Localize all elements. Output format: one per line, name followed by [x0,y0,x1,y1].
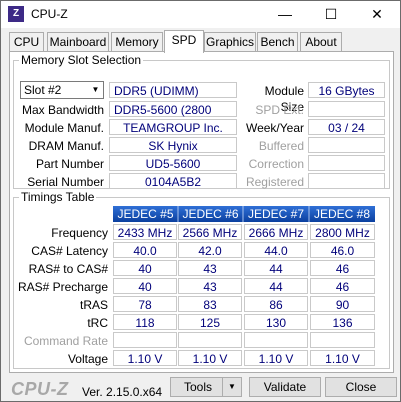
timing-cell: 2566 MHz [178,224,242,240]
slot-select-value: Slot #2 [24,83,62,97]
command-rate-label: Command Rate [23,334,108,348]
ras-precharge-label: RAS# Precharge [17,280,108,294]
voltage-label: Voltage [67,352,108,366]
tab-strip: CPU Mainboard Memory SPD Graphics Bench … [9,30,395,53]
timing-cell: 46 [310,278,375,294]
timing-cell: 44 [244,278,308,294]
version-text: Ver. 2.15.0.x64 [82,385,163,399]
timing-cell: 43 [178,260,242,276]
part-number-value: UD5-5600 [109,155,237,171]
timings-table-group-label: Timings Table [19,190,97,204]
spd-ext-label: SPD Ext. [255,103,304,117]
timing-cell: 90 [310,296,375,312]
timing-cell: 125 [178,314,242,330]
timing-cell: 83 [178,296,242,312]
tab-graphics[interactable]: Graphics [204,32,256,52]
registered-label: Registered [245,175,304,189]
frequency-label: Frequency [51,226,108,240]
timing-cell: 40.0 [113,242,177,258]
timing-cell: 2433 MHz [113,224,177,240]
memory-slot-group-label: Memory Slot Selection [19,53,144,67]
buffered-label: Buffered [258,139,304,153]
window-title: CPU-Z [31,7,68,21]
timing-cell: 118 [113,314,177,330]
tras-label: tRAS [79,298,108,312]
cpuz-brand-logo: CPU-Z [11,379,69,399]
module-manuf-label: Module Manuf. [24,121,104,135]
week-year-label: Week/Year [245,121,304,135]
timings-column-header: JEDEC #7 [247,207,305,221]
spd-panel: Memory Slot Selection Slot #2 ▼ DDR5 (UD… [9,51,394,373]
tab-cpu[interactable]: CPU [9,32,44,52]
dram-manuf-value: SK Hynix [109,137,237,153]
timings-column-header: JEDEC #8 [313,207,371,221]
cpuz-window: Z CPU-Z — ☐ ✕ CPU Mainboard Memory SPD G… [0,0,401,402]
close-window-button[interactable]: ✕ [354,1,400,28]
timing-cell: 44.0 [244,242,308,258]
tools-button[interactable]: Tools ▼ [170,377,242,397]
validate-button[interactable]: Validate [249,377,321,397]
timing-cell: 40 [113,278,177,294]
registered-value [308,173,385,189]
memory-slot-group: Memory Slot Selection Slot #2 ▼ DDR5 (UD… [13,53,390,189]
ras-to-cas-label: RAS# to CAS# [28,262,108,276]
buffered-value [308,137,385,153]
timing-cell: 78 [113,296,177,312]
dram-manuf-label: DRAM Manuf. [28,139,104,153]
timing-cell: 1.10 V [113,350,177,366]
spd-ext-value [308,101,385,117]
tab-mainboard[interactable]: Mainboard [47,32,109,52]
timing-cell: 42.0 [178,242,242,258]
tab-bench[interactable]: Bench [257,32,298,52]
chevron-down-icon[interactable]: ▼ [88,82,103,98]
cas-latency-label: CAS# Latency [31,244,108,258]
timings-column-header: JEDEC #6 [182,207,239,221]
timing-cell [113,332,177,348]
slot-select[interactable]: Slot #2 ▼ [20,81,104,99]
timing-cell: 1.10 V [178,350,242,366]
timing-cell: 44 [244,260,308,276]
cpuz-app-icon: Z [8,6,24,22]
module-size-value: 16 GBytes [308,82,385,98]
title-bar: Z CPU-Z — ☐ ✕ [1,1,400,28]
close-button[interactable]: Close [325,377,397,397]
timings-column-header: JEDEC #5 [117,207,174,221]
serial-number-value: 0104A5B2 [109,173,237,189]
tab-about[interactable]: About [300,32,342,52]
trc-label: tRC [87,316,108,330]
correction-label: Correction [248,157,304,171]
timing-cell: 130 [244,314,308,330]
timing-cell: 86 [244,296,308,312]
minimize-button[interactable]: — [262,1,308,28]
timing-cell: 40 [113,260,177,276]
maximize-button[interactable]: ☐ [308,1,354,28]
timing-cell [178,332,242,348]
timing-cell [310,332,375,348]
memory-type-value: DDR5 (UDIMM) [109,82,237,98]
tools-button-label: Tools [183,380,212,394]
timings-table-group: Timings Table JEDEC #5 JEDEC #6 JEDEC #7… [13,190,390,369]
timing-cell [244,332,308,348]
module-manuf-value: TEAMGROUP Inc. [109,119,237,135]
timing-cell: 46 [310,260,375,276]
chevron-down-icon[interactable]: ▼ [222,378,241,396]
timing-cell: 136 [310,314,375,330]
timing-cell: 43 [178,278,242,294]
week-year-value: 03 / 24 [308,119,385,135]
part-number-label: Part Number [35,157,104,171]
timing-cell: 2800 MHz [310,224,375,240]
correction-value [308,155,385,171]
timing-cell: 1.10 V [310,350,375,366]
max-bandwidth-label: Max Bandwidth [21,103,104,117]
serial-number-label: Serial Number [27,175,104,189]
timing-cell: 46.0 [310,242,375,258]
tab-memory[interactable]: Memory [111,32,163,52]
tab-spd[interactable]: SPD [164,30,204,53]
timing-cell: 1.10 V [244,350,308,366]
max-bandwidth-value: DDR5-5600 (2800 MHz) [109,101,237,133]
timing-cell: 2666 MHz [244,224,308,240]
